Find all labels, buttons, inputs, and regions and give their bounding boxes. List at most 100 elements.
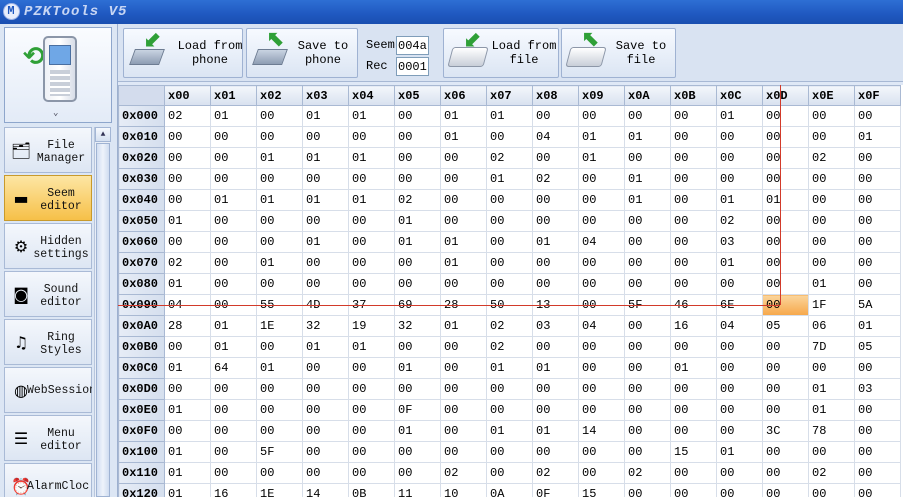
hex-cell[interactable]: 00 — [624, 378, 671, 400]
column-header[interactable]: x0F — [854, 85, 901, 106]
hex-cell[interactable]: 00 — [440, 399, 487, 421]
hex-cell[interactable]: 00 — [348, 399, 395, 421]
row-header[interactable]: 0x0E0 — [118, 399, 165, 421]
hex-cell[interactable]: 00 — [348, 252, 395, 274]
hex-cell[interactable]: 01 — [164, 441, 211, 463]
hex-cell[interactable]: 00 — [670, 231, 717, 253]
column-header[interactable]: x05 — [394, 85, 441, 106]
hex-cell[interactable]: 01 — [302, 231, 349, 253]
hex-cell[interactable]: 01 — [486, 105, 533, 127]
hex-cell[interactable]: 78 — [808, 420, 855, 442]
hex-cell[interactable]: 0F — [394, 399, 441, 421]
hex-cell[interactable]: 01 — [808, 273, 855, 295]
hex-cell[interactable]: 01 — [532, 231, 579, 253]
hex-cell[interactable]: 00 — [210, 378, 257, 400]
hex-cell[interactable]: 00 — [578, 357, 625, 379]
hex-cell[interactable]: 01 — [210, 189, 257, 211]
hex-cell[interactable]: 00 — [854, 441, 901, 463]
hex-cell[interactable]: 1E — [256, 315, 303, 337]
hex-cell[interactable]: 1F — [808, 294, 855, 316]
sidebar-item-2[interactable]: ⚙ Hidden settings — [4, 223, 92, 269]
hex-cell[interactable]: 06 — [808, 315, 855, 337]
column-header[interactable]: x01 — [210, 85, 257, 106]
hex-cell[interactable]: 00 — [716, 336, 763, 358]
column-header[interactable]: x0B — [670, 85, 717, 106]
hex-cell[interactable]: 00 — [210, 210, 257, 232]
hex-cell[interactable]: 00 — [164, 420, 211, 442]
hex-cell[interactable]: 00 — [256, 126, 303, 148]
hex-cell[interactable]: 01 — [440, 315, 487, 337]
hex-cell[interactable]: 01 — [210, 336, 257, 358]
hex-cell[interactable]: 01 — [164, 399, 211, 421]
row-header[interactable]: 0x0C0 — [118, 357, 165, 379]
hex-cell[interactable]: 00 — [716, 399, 763, 421]
row-header[interactable]: 0x080 — [118, 273, 165, 295]
hex-cell[interactable]: 00 — [762, 336, 809, 358]
hex-cell[interactable]: 01 — [808, 378, 855, 400]
row-header[interactable]: 0x0F0 — [118, 420, 165, 442]
hex-cell[interactable]: 00 — [256, 105, 303, 127]
hex-cell[interactable]: 00 — [210, 399, 257, 421]
hex-cell[interactable]: 00 — [624, 252, 671, 274]
row-header[interactable]: 0x030 — [118, 168, 165, 190]
row-header[interactable]: 0x0B0 — [118, 336, 165, 358]
hex-cell[interactable]: 00 — [532, 336, 579, 358]
load-from-file-button[interactable]: ⬋ Load from file — [443, 28, 559, 78]
phone-panel[interactable]: ⟲ ⌄ — [4, 27, 112, 123]
hex-cell[interactable]: 01 — [716, 441, 763, 463]
column-header[interactable]: x07 — [486, 85, 533, 106]
hex-cell[interactable]: 01 — [302, 189, 349, 211]
sidebar-scrollbar[interactable]: ▲ — [94, 127, 111, 497]
hex-cell[interactable]: 00 — [440, 210, 487, 232]
hex-cell[interactable]: 02 — [532, 462, 579, 484]
hex-cell[interactable]: 00 — [486, 399, 533, 421]
hex-cell[interactable]: 00 — [624, 399, 671, 421]
hex-cell[interactable]: 00 — [440, 441, 487, 463]
hex-cell[interactable]: 00 — [440, 378, 487, 400]
hex-cell[interactable]: 01 — [164, 462, 211, 484]
hex-cell[interactable]: 0F — [532, 483, 579, 497]
column-header[interactable]: x04 — [348, 85, 395, 106]
hex-cell[interactable]: 00 — [486, 273, 533, 295]
hex-cell[interactable]: 00 — [716, 273, 763, 295]
row-header[interactable]: 0x070 — [118, 252, 165, 274]
hex-cell[interactable]: 00 — [532, 441, 579, 463]
hex-cell[interactable]: 01 — [716, 189, 763, 211]
hex-cell[interactable]: 00 — [440, 189, 487, 211]
hex-cell[interactable]: 00 — [440, 273, 487, 295]
hex-cell[interactable]: 00 — [670, 147, 717, 169]
hex-cell[interactable]: 00 — [762, 399, 809, 421]
hex-cell[interactable]: 01 — [164, 210, 211, 232]
hex-cell[interactable]: 01 — [348, 105, 395, 127]
hex-cell[interactable]: 00 — [164, 189, 211, 211]
hex-cell[interactable]: 01 — [256, 147, 303, 169]
hex-cell[interactable]: 00 — [302, 252, 349, 274]
hex-cell[interactable]: 01 — [256, 189, 303, 211]
hex-cell[interactable]: 00 — [394, 462, 441, 484]
hex-cell[interactable]: 00 — [532, 273, 579, 295]
hex-cell[interactable]: 01 — [394, 357, 441, 379]
hex-cell[interactable]: 00 — [762, 168, 809, 190]
hex-cell[interactable]: 01 — [624, 126, 671, 148]
seem-input[interactable] — [396, 36, 429, 55]
hex-cell[interactable]: 00 — [808, 168, 855, 190]
hex-cell[interactable]: 04 — [532, 126, 579, 148]
hex-cell[interactable]: 00 — [624, 420, 671, 442]
hex-cell[interactable]: 00 — [716, 483, 763, 497]
row-header[interactable]: 0x000 — [118, 105, 165, 127]
hex-cell[interactable]: 01 — [624, 168, 671, 190]
hex-cell[interactable]: 00 — [532, 378, 579, 400]
hex-cell[interactable]: 00 — [854, 168, 901, 190]
hex-cell[interactable]: 02 — [624, 462, 671, 484]
hex-cell[interactable]: 00 — [854, 357, 901, 379]
hex-cell[interactable]: 00 — [716, 420, 763, 442]
hex-cell[interactable]: 00 — [256, 378, 303, 400]
rec-input[interactable] — [396, 57, 429, 76]
hex-cell[interactable]: 00 — [808, 441, 855, 463]
sidebar-item-1[interactable]: ▬ Seem editor — [4, 175, 92, 221]
hex-cell[interactable]: 00 — [670, 210, 717, 232]
hex-cell[interactable]: 00 — [256, 399, 303, 421]
hex-cell[interactable]: 00 — [164, 336, 211, 358]
scroll-up-button[interactable]: ▲ — [95, 127, 111, 142]
hex-cell[interactable]: 00 — [670, 399, 717, 421]
